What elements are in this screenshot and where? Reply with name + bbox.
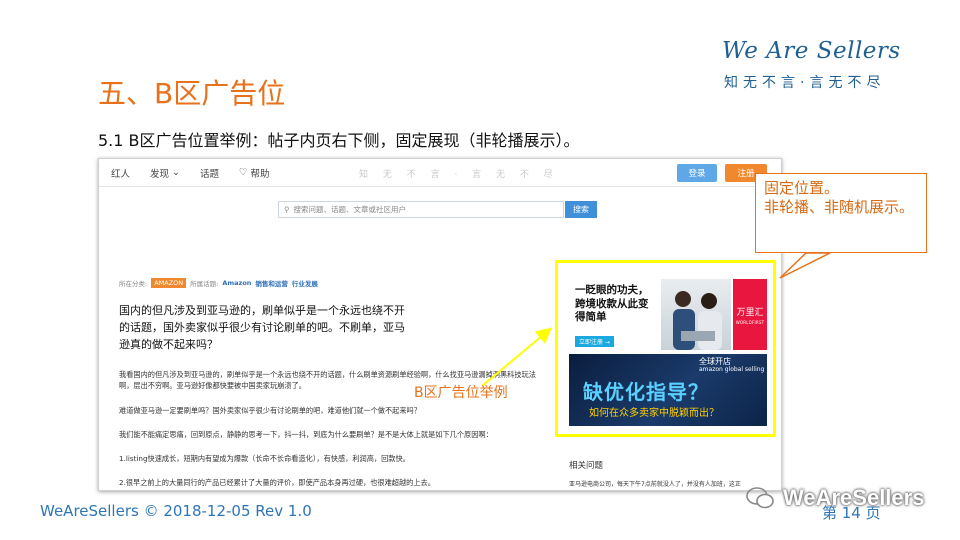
annotation-arrows [481,252,831,387]
callout-tail [779,252,831,279]
arrow-to-ad [481,327,553,387]
wechat-icon [746,487,774,509]
page-number: 第 14 页 [822,504,881,522]
callout-position-note: 固定位置。 非轮播、非随机展示。 [755,173,927,253]
footer-copyright: WeAreSellers © 2018-12-05 Rev 1.0 [40,502,312,520]
callout-position-text: 固定位置。 非轮播、非随机展示。 [764,179,915,216]
ad-example-label: B区广告位举例 [414,385,508,401]
